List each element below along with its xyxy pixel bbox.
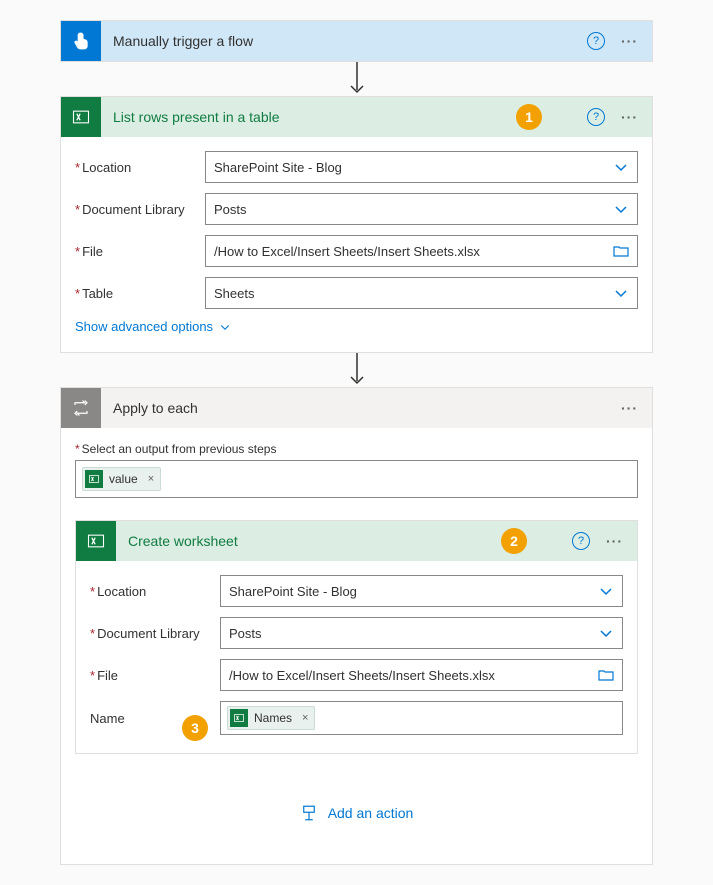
list-rows-header[interactable]: List rows present in a table 1 ? ···: [61, 97, 652, 137]
excel-icon: [230, 709, 248, 727]
help-icon[interactable]: ?: [587, 108, 605, 126]
file-picker[interactable]: /How to Excel/Insert Sheets/Insert Sheet…: [220, 659, 623, 691]
trigger-header[interactable]: Manually trigger a flow ? ···: [61, 21, 652, 61]
loop-icon: [61, 388, 101, 428]
select-output-input[interactable]: value ×: [75, 460, 638, 498]
more-icon[interactable]: ···: [617, 109, 642, 125]
more-icon[interactable]: ···: [617, 400, 642, 416]
step-badge-3: 3: [182, 715, 208, 741]
touch-icon: [61, 21, 101, 61]
file-label: *File: [75, 244, 205, 259]
add-action-icon: [300, 804, 318, 822]
more-icon[interactable]: ···: [617, 33, 642, 49]
location-dropdown[interactable]: SharePoint Site - Blog: [205, 151, 638, 183]
arrow-down-icon: [60, 62, 653, 96]
add-action-button[interactable]: Add an action: [75, 754, 638, 850]
location-label: *Location: [90, 584, 220, 599]
table-label: *Table: [75, 286, 205, 301]
step-badge-2: 2: [501, 528, 527, 554]
chevron-down-icon: [613, 285, 629, 301]
list-rows-card: List rows present in a table 1 ? ··· *Lo…: [60, 96, 653, 353]
apply-to-each-title: Apply to each: [113, 400, 617, 416]
chevron-down-icon: [613, 159, 629, 175]
excel-icon: [76, 521, 116, 561]
apply-to-each-header[interactable]: Apply to each ···: [61, 388, 652, 428]
arrow-down-icon: [60, 353, 653, 387]
chevron-down-icon: [613, 201, 629, 217]
token-label: value: [109, 472, 138, 486]
help-icon[interactable]: ?: [572, 532, 590, 550]
remove-token-icon[interactable]: ×: [148, 473, 154, 485]
help-icon[interactable]: ?: [587, 32, 605, 50]
excel-icon: [85, 470, 103, 488]
chevron-down-icon: [598, 583, 614, 599]
library-label: *Document Library: [75, 202, 205, 217]
select-output-label: *Select an output from previous steps: [75, 442, 638, 456]
chevron-down-icon: [598, 625, 614, 641]
trigger-card: Manually trigger a flow ? ···: [60, 20, 653, 62]
create-worksheet-header[interactable]: Create worksheet 2 ? ···: [76, 521, 637, 561]
library-dropdown[interactable]: Posts: [220, 617, 623, 649]
file-picker[interactable]: /How to Excel/Insert Sheets/Insert Sheet…: [205, 235, 638, 267]
step-badge-1: 1: [516, 104, 542, 130]
value-token[interactable]: value ×: [82, 467, 161, 491]
file-label: *File: [90, 668, 220, 683]
location-label: *Location: [75, 160, 205, 175]
more-icon[interactable]: ···: [602, 533, 627, 549]
apply-to-each-card: Apply to each ··· *Select an output from…: [60, 387, 653, 865]
token-label: Names: [254, 711, 292, 725]
remove-token-icon[interactable]: ×: [302, 712, 308, 724]
name-input[interactable]: Names ×: [220, 701, 623, 735]
trigger-title: Manually trigger a flow: [113, 33, 587, 49]
create-worksheet-card: Create worksheet 2 ? ··· *Location Share…: [75, 520, 638, 754]
library-label: *Document Library: [90, 626, 220, 641]
folder-icon: [598, 667, 614, 683]
show-advanced-link[interactable]: Show advanced options: [75, 319, 638, 334]
table-dropdown[interactable]: Sheets: [205, 277, 638, 309]
folder-icon: [613, 243, 629, 259]
library-dropdown[interactable]: Posts: [205, 193, 638, 225]
excel-icon: [61, 97, 101, 137]
chevron-down-icon: [219, 321, 231, 333]
names-token[interactable]: Names ×: [227, 706, 315, 730]
location-dropdown[interactable]: SharePoint Site - Blog: [220, 575, 623, 607]
name-label: Name 3: [90, 711, 220, 726]
